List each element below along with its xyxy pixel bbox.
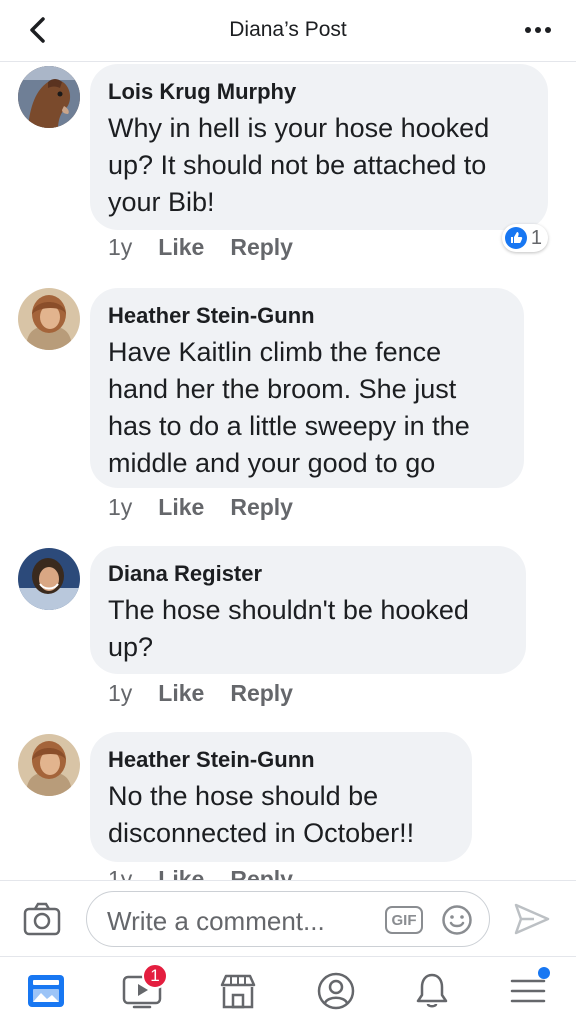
notifications-icon xyxy=(416,973,448,1008)
comment-bubble[interactable]: Heather Stein-Gunn No the hose should be… xyxy=(90,732,472,862)
comment-composer: Write a comment... GIF xyxy=(0,880,576,956)
person-avatar[interactable] xyxy=(18,548,80,610)
send-icon xyxy=(514,903,550,935)
horse-avatar[interactable] xyxy=(18,66,80,128)
emoji-button[interactable] xyxy=(441,904,473,936)
person-avatar[interactable] xyxy=(18,734,80,796)
comment-actions: 1y Like Reply xyxy=(108,866,293,880)
notification-badge: 1 xyxy=(142,963,168,989)
more-options-button[interactable] xyxy=(518,14,558,46)
comment-author[interactable]: Heather Stein-Gunn xyxy=(108,302,506,330)
comment-time: 1y xyxy=(108,494,133,520)
like-button[interactable]: Like xyxy=(158,494,204,521)
reaction-count: 1 xyxy=(530,226,542,249)
thumbs-up-icon xyxy=(504,227,527,249)
menu-notification-dot xyxy=(538,967,550,979)
news-feed-icon xyxy=(28,975,64,1007)
camera-button[interactable] xyxy=(22,901,62,937)
comment-list: Lois Krug Murphy Why in hell is your hos… xyxy=(0,62,576,880)
top-bar: Diana’s Post xyxy=(0,0,576,62)
comment-author[interactable]: Diana Register xyxy=(108,560,508,588)
like-button[interactable]: Like xyxy=(158,234,204,261)
gif-button[interactable]: GIF xyxy=(385,906,423,934)
tab-menu[interactable] xyxy=(504,967,552,1013)
comment-text: No the hose should be disconnected in Oc… xyxy=(108,781,415,848)
bottom-tab-bar: 1 xyxy=(0,956,576,1024)
comment-actions: 1y Like Reply xyxy=(108,680,293,707)
reply-button[interactable]: Reply xyxy=(230,680,293,707)
tab-news-feed[interactable] xyxy=(22,969,70,1013)
reply-button[interactable]: Reply xyxy=(230,866,293,880)
comment-actions: 1y Like Reply xyxy=(108,494,293,521)
comment-actions: 1y Like Reply xyxy=(108,234,293,261)
comment-time: 1y xyxy=(108,866,133,880)
like-button[interactable]: Like xyxy=(158,680,204,707)
reaction-badge[interactable]: 1 xyxy=(501,224,548,252)
profile-icon xyxy=(317,972,355,1010)
tab-marketplace[interactable] xyxy=(214,969,262,1013)
comment-time: 1y xyxy=(108,234,133,260)
comment-bubble[interactable]: Diana Register The hose shouldn't be hoo… xyxy=(90,546,526,674)
camera-icon xyxy=(23,902,61,936)
page-title: Diana’s Post xyxy=(229,18,347,41)
tab-watch[interactable]: 1 xyxy=(118,963,168,1013)
comment-placeholder: Write a comment... xyxy=(107,906,325,936)
marketplace-icon xyxy=(220,974,256,1009)
like-button[interactable]: Like xyxy=(158,866,204,880)
comment-bubble[interactable]: Lois Krug Murphy Why in hell is your hos… xyxy=(90,64,548,230)
reply-button[interactable]: Reply xyxy=(230,494,293,521)
comment-input[interactable]: Write a comment... GIF xyxy=(86,891,490,947)
comment-text: The hose shouldn't be hooked up? xyxy=(108,595,469,662)
ellipsis-icon xyxy=(525,27,551,33)
comment-text: Have Kaitlin climb the fence hand her th… xyxy=(108,337,470,478)
comment-time: 1y xyxy=(108,680,133,706)
person-avatar[interactable] xyxy=(18,288,80,350)
reply-button[interactable]: Reply xyxy=(230,234,293,261)
comment-author[interactable]: Heather Stein-Gunn xyxy=(108,746,454,774)
comment-author[interactable]: Lois Krug Murphy xyxy=(108,78,530,106)
comment-text: Why in hell is your hose hooked up? It s… xyxy=(108,113,490,217)
smiley-icon xyxy=(442,905,472,935)
tab-notifications[interactable] xyxy=(408,969,456,1013)
send-button[interactable] xyxy=(512,901,552,937)
comment-bubble[interactable]: Heather Stein-Gunn Have Kaitlin climb th… xyxy=(90,288,524,488)
tab-profile[interactable] xyxy=(312,969,360,1013)
